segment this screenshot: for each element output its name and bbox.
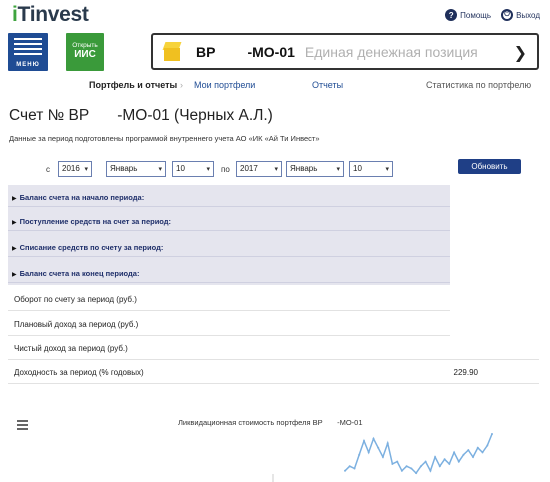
to-month-select[interactable]: Январь ▾ (286, 161, 344, 177)
help-label: Помощь (460, 10, 492, 20)
top-links: ? Помощь ⏻ Выход (445, 9, 540, 21)
portfolio-tabs: Портфель и отчеты › Мои портфели Отчеты … (0, 80, 550, 94)
question-circle-icon: ? (445, 9, 458, 21)
account-code-suffix: -MO-01 (247, 43, 295, 60)
yield-value: 229.90 (453, 368, 478, 377)
series-line (344, 433, 493, 475)
data-point (424, 460, 427, 463)
tab-portfolio-reports[interactable]: Портфель и отчеты (89, 80, 177, 90)
summary-row-yield: Доходность за период (% годовых) 229.90 (8, 360, 539, 384)
data-point (415, 472, 418, 475)
data-point (467, 449, 470, 452)
from-month-select[interactable]: Январь ▾ (106, 161, 166, 177)
from-year-select[interactable]: 2016 ▾ (58, 161, 92, 177)
data-point (405, 465, 408, 468)
data-point (481, 451, 484, 454)
open-iis-button[interactable]: Открыть ИИС (66, 33, 104, 71)
logout-link[interactable]: ⏻ Выход (501, 9, 540, 21)
triangle-right-icon: ▶ (12, 196, 17, 202)
hamburger-icon (14, 38, 42, 58)
data-point (457, 460, 460, 463)
data-point (396, 460, 399, 463)
data-point (377, 446, 380, 449)
open-iis-line2: ИИС (74, 49, 96, 60)
cube-icon (162, 41, 182, 62)
refresh-button[interactable]: Обновить (458, 159, 521, 174)
data-point (434, 456, 437, 458)
data-point (419, 465, 422, 468)
data-point (438, 465, 441, 468)
portfolio-value-chart (272, 433, 493, 482)
data-point (391, 462, 394, 465)
tab-portfolio-statistics[interactable]: Статистика по портфелю (426, 80, 531, 90)
data-point (358, 453, 361, 456)
main-menu-button[interactable]: МЕНЮ (8, 33, 48, 71)
data-point (410, 467, 413, 470)
chevron-right-icon: › (180, 80, 183, 90)
menu-label: МЕНЮ (16, 62, 40, 68)
data-point (462, 453, 465, 456)
summary-row-net-income: Чистый доход за период (руб.) (8, 336, 539, 360)
help-link[interactable]: ? Помощь (445, 9, 491, 21)
account-selector[interactable]: BP -MO-01 Единая денежная позиция ❯ (151, 33, 539, 70)
data-point (367, 451, 370, 454)
account-description: Единая денежная позиция (304, 43, 478, 60)
tab-my-portfolios[interactable]: Мои портфели (194, 80, 255, 90)
data-point (353, 467, 356, 470)
data-point (386, 442, 389, 445)
to-year-select[interactable]: 2017 ▾ (236, 161, 282, 177)
chart-title: Ликвидационная стоимость портфеля BP -MO… (178, 418, 363, 427)
data-point (381, 456, 384, 458)
data-point (448, 462, 451, 465)
triangle-right-icon: ▶ (12, 220, 17, 226)
data-point (363, 439, 365, 442)
to-day-select[interactable]: 10 ▾ (349, 161, 393, 177)
page-subtitle: Данные за период подготовлены программой… (9, 134, 320, 143)
data-point (476, 446, 479, 449)
data-point (344, 469, 346, 472)
chevron-down-icon[interactable]: ❯ (514, 43, 527, 63)
data-point (348, 465, 351, 468)
tab-reports[interactable]: Отчеты (312, 80, 343, 90)
values-column (450, 185, 539, 336)
data-point (472, 456, 474, 458)
data-point (491, 433, 493, 435)
data-point (443, 458, 446, 461)
triangle-right-icon: ▶ (12, 246, 17, 252)
logout-label: Выход (516, 10, 540, 20)
to-label: по (221, 165, 230, 174)
data-point (453, 451, 456, 454)
page-title: Счет № ВР -МО-01 (Черных А.Л.) (9, 107, 273, 124)
from-day-select[interactable]: 10 ▾ (172, 161, 214, 177)
power-icon: ⏻ (501, 9, 514, 21)
itinvest-logo[interactable]: iTinvest (12, 3, 89, 27)
data-point (486, 444, 489, 447)
data-point (372, 437, 375, 440)
data-point (400, 469, 403, 472)
from-label: с (46, 165, 50, 174)
data-point (429, 469, 432, 472)
triangle-right-icon: ▶ (12, 272, 17, 278)
open-iis-line1: Открыть (72, 42, 98, 49)
account-code-prefix: BP (196, 43, 216, 60)
